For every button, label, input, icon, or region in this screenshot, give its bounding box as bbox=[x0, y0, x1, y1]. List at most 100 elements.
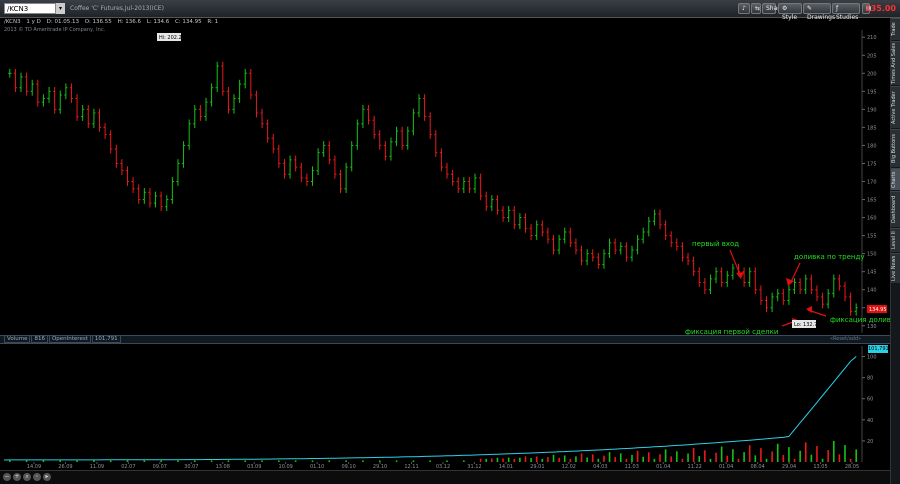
volume-bar bbox=[278, 460, 280, 462]
volume-bar bbox=[608, 452, 611, 462]
volume-bar bbox=[844, 445, 846, 462]
price-tick-label: 200 bbox=[867, 71, 877, 77]
volume-bar bbox=[659, 454, 661, 462]
volume-bar bbox=[838, 454, 841, 462]
volume-bar bbox=[776, 443, 779, 462]
volume-bar bbox=[664, 449, 667, 462]
volume-bar bbox=[491, 458, 493, 462]
volume-bar bbox=[631, 454, 633, 462]
volume-bar bbox=[496, 457, 499, 462]
volume-bar bbox=[463, 460, 465, 462]
price-tick-label: 150 bbox=[867, 252, 877, 258]
volume-bar bbox=[692, 447, 695, 462]
volume-bar bbox=[328, 460, 331, 462]
volume-bar bbox=[395, 460, 398, 462]
volume-bar bbox=[429, 460, 431, 462]
volume-bar bbox=[524, 456, 527, 462]
price-tick-label: 145 bbox=[867, 270, 877, 276]
tab-trade[interactable]: Trade bbox=[891, 18, 900, 40]
volume-bar bbox=[754, 455, 757, 462]
price-tick-label: 205 bbox=[867, 53, 877, 59]
volume-bar bbox=[294, 460, 297, 462]
volume-bar bbox=[591, 454, 594, 462]
volume-bar bbox=[345, 460, 347, 462]
volume-bar bbox=[580, 453, 583, 462]
volume-bar bbox=[126, 460, 129, 462]
volume-bar bbox=[25, 460, 28, 462]
volume-bar bbox=[681, 458, 684, 462]
reset-link[interactable]: «Reset/add» bbox=[830, 336, 861, 342]
volume-bar bbox=[42, 460, 45, 462]
tab-level-ii[interactable]: Level II bbox=[891, 228, 900, 252]
volume-tick-label: 60 bbox=[867, 397, 873, 403]
tab-live-news[interactable]: Live News bbox=[891, 253, 900, 283]
price-tick-label: 210 bbox=[867, 35, 877, 41]
volume-bar bbox=[311, 460, 314, 462]
volume-bar bbox=[832, 440, 835, 462]
lo-label: Lo: 132.7 bbox=[794, 322, 817, 328]
volume-bar bbox=[412, 460, 415, 462]
volume-bar bbox=[530, 458, 532, 462]
volume-bar bbox=[485, 458, 488, 462]
zoom-in-icon[interactable]: + bbox=[13, 473, 21, 481]
volume-bar bbox=[816, 446, 818, 462]
hi-label: Hi: 202.2 bbox=[159, 35, 182, 41]
tab-active-trader[interactable]: Active Trader bbox=[891, 86, 900, 128]
volume-bar bbox=[619, 453, 622, 462]
volume-bar bbox=[687, 453, 689, 462]
volume-bar bbox=[586, 457, 588, 462]
volume-bar bbox=[575, 456, 577, 462]
price-tick-label: 170 bbox=[867, 180, 877, 186]
volume-bar bbox=[760, 448, 762, 462]
volume-tick-label: 20 bbox=[867, 439, 873, 445]
volume-bar bbox=[709, 458, 712, 462]
annotation-trend-add: доливка по тренду bbox=[794, 253, 865, 261]
volume-bar bbox=[810, 454, 813, 462]
price-tick-label: 160 bbox=[867, 216, 877, 222]
current-price-label: 134.95 bbox=[869, 307, 887, 313]
volume-bar bbox=[726, 455, 729, 462]
open-interest-value: 101,791 bbox=[91, 335, 121, 343]
volume-bar bbox=[558, 457, 560, 462]
volume-bar bbox=[597, 458, 600, 462]
tab-dashboard[interactable]: Dashboard bbox=[891, 191, 900, 227]
zoom-out-icon[interactable]: − bbox=[3, 473, 11, 481]
price-chart[interactable]: 1301351401451501551601651701751801851901… bbox=[0, 0, 890, 470]
volume-bar bbox=[642, 456, 644, 462]
volume-value: 816 bbox=[31, 335, 48, 343]
volume-bar bbox=[9, 460, 11, 462]
open-interest-label[interactable]: OpenInterest bbox=[48, 335, 91, 343]
volume-bar bbox=[704, 450, 706, 462]
price-tick-label: 195 bbox=[867, 89, 877, 95]
volume-bar bbox=[625, 458, 628, 462]
volume-bar bbox=[59, 460, 62, 462]
volume-bar bbox=[636, 450, 639, 462]
volume-bar bbox=[193, 460, 196, 462]
search-icon[interactable]: ⌕ bbox=[23, 473, 31, 481]
price-tick-label: 180 bbox=[867, 143, 877, 149]
arrowhead-icon bbox=[806, 306, 812, 313]
volume-bar bbox=[720, 446, 723, 462]
annotation-first-entry: первый вход bbox=[692, 240, 739, 248]
volume-bar bbox=[563, 455, 566, 462]
volume-bar bbox=[732, 449, 734, 462]
volume-bar bbox=[547, 457, 549, 462]
volume-bar bbox=[849, 458, 852, 462]
tab-charts[interactable]: Charts bbox=[891, 168, 900, 190]
volume-bar bbox=[479, 458, 482, 462]
arrowhead-icon bbox=[736, 272, 744, 279]
tab-big-buttons[interactable]: Big Buttons bbox=[891, 129, 900, 167]
volume-bar bbox=[748, 445, 751, 462]
settings-icon[interactable]: ◦ bbox=[33, 473, 41, 481]
volume-bar bbox=[793, 458, 796, 462]
tab-times-and-sales[interactable]: Times And Sales bbox=[891, 41, 900, 85]
volume-bar bbox=[569, 458, 572, 462]
volume-bar bbox=[765, 458, 768, 462]
pane-separator[interactable] bbox=[0, 335, 890, 344]
volume-bar bbox=[771, 451, 773, 462]
expand-icon[interactable]: ▸ bbox=[43, 473, 51, 481]
volume-study-label[interactable]: Volume bbox=[4, 335, 31, 343]
volume-bar bbox=[827, 450, 829, 462]
price-tick-label: 175 bbox=[867, 161, 877, 167]
volume-bar bbox=[804, 442, 807, 462]
